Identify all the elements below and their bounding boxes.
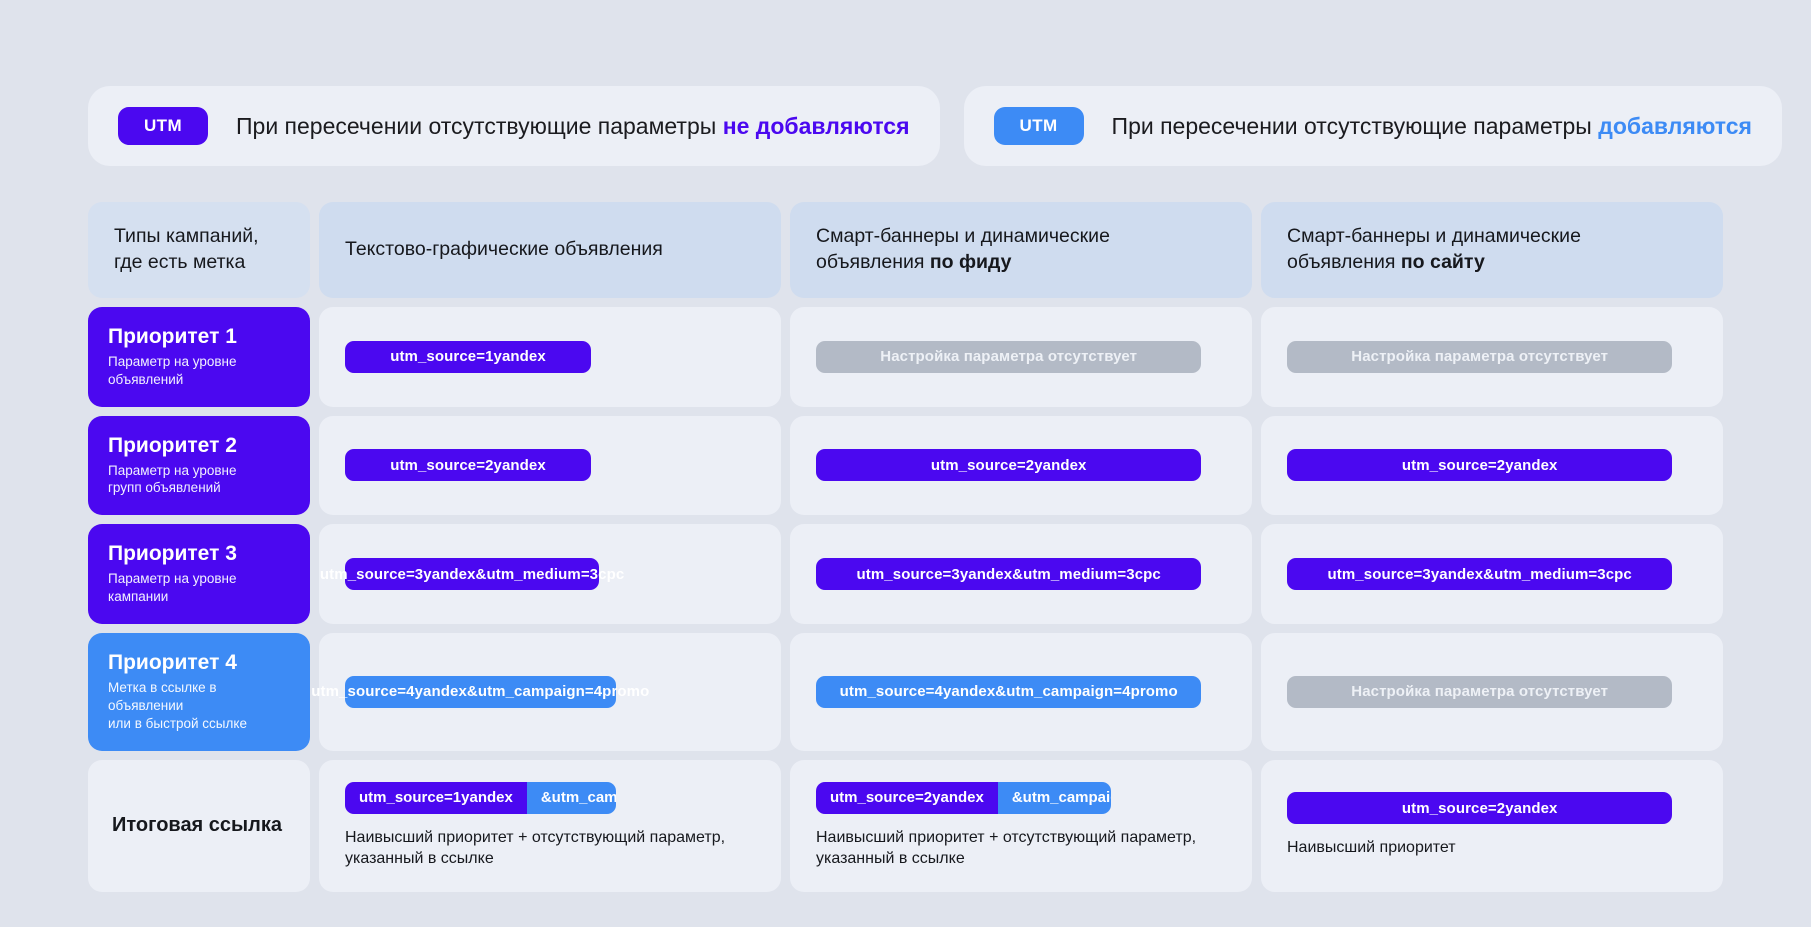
- legend-text-merge: При пересечении отсутствующие параметры …: [1112, 113, 1752, 140]
- priority-subtitle-line-1: Параметр на уровне: [108, 462, 237, 478]
- priority-matrix: Типы кампаний, где есть метка Текстово-г…: [88, 202, 1723, 893]
- legend-card-no-merge: UTM При пересечении отсутствующие параме…: [88, 86, 940, 166]
- header-line-2: объявления: [1287, 250, 1401, 273]
- header-cell-campaign-types: Типы кампаний, где есть метка: [88, 202, 310, 298]
- priority-label-1: Приоритет 1 Параметр на уровне объявлени…: [88, 306, 310, 407]
- header-label-campaign-types: Типы кампаний, где есть метка: [114, 224, 259, 276]
- priority-label-3: Приоритет 3 Параметр на уровне кампании: [88, 524, 310, 624]
- priority-subtitle: Параметр на уровне кампании: [108, 570, 290, 606]
- final-note-line-1: Наивысший приоритет + отсутствующий пара…: [345, 828, 726, 846]
- cell-final-c2: utm_source=2yandex &utm_campaign=4promo …: [790, 759, 1252, 893]
- utm-badge-violet: UTM: [118, 107, 208, 145]
- param-chip: utm_source=2yandex: [816, 449, 1202, 482]
- param-chip-segment-base: utm_source=2yandex: [816, 781, 998, 814]
- param-chip-split: utm_source=2yandex &utm_campaign=4promo: [816, 781, 1112, 814]
- param-chip: utm_source=2yandex: [1287, 792, 1673, 825]
- priority-title: Приоритет 3: [108, 542, 237, 566]
- final-note: Наивысший приоритет: [1287, 837, 1697, 859]
- legend-row: UTM При пересечении отсутствующие параме…: [88, 86, 1782, 166]
- param-chip-split: utm_source=1yandex &utm_campaign=4promo: [345, 781, 616, 814]
- param-chip-segment-added: &utm_campaign=4promo: [526, 781, 616, 814]
- priority-title: Приоритет 2: [108, 433, 237, 457]
- matrix-row-priority-2: Приоритет 2 Параметр на уровне групп объ…: [88, 415, 1723, 516]
- cell-p1-c3: Настройка параметра отсутствует: [1261, 306, 1723, 407]
- param-chip-segment-base: utm_source=1yandex: [345, 781, 527, 814]
- legend-text-prefix: При пересечении отсутствующие параметры: [236, 112, 723, 139]
- header-line-1: Смарт-баннеры и динамические: [816, 225, 1110, 247]
- priority-subtitle-line-1: Параметр на уровне: [108, 571, 237, 587]
- param-chip: utm_source=1yandex: [345, 340, 591, 373]
- utm-badge-blue: UTM: [993, 107, 1084, 145]
- param-chip: utm_source=2yandex: [1287, 449, 1673, 482]
- cell-p4-c3: Настройка параметра отсутствует: [1261, 633, 1723, 751]
- param-chip: utm_source=4yandex&utm_campaign=4promo: [816, 675, 1202, 708]
- cell-p3-c1: utm_source=3yandex&utm_medium=3cpc: [319, 524, 781, 624]
- header-line-2: где есть метка: [114, 250, 246, 273]
- cell-p2-c2: utm_source=2yandex: [790, 415, 1252, 516]
- cell-p1-c1: utm_source=1yandex: [319, 306, 781, 407]
- matrix-header-row: Типы кампаний, где есть метка Текстово-г…: [88, 202, 1723, 298]
- header-line-2: объявления: [816, 250, 930, 273]
- legend-card-merge: UTM При пересечении отсутствующие параме…: [963, 86, 1782, 166]
- priority-label-4: Приоритет 4 Метка в ссылке в объявлении …: [88, 633, 310, 751]
- param-chip-unavailable: Настройка параметра отсутствует: [1287, 675, 1673, 708]
- param-chip-unavailable: Настройка параметра отсутствует: [816, 340, 1202, 373]
- priority-subtitle-line-1: Параметр на уровне: [108, 353, 237, 369]
- cell-final-c1: utm_source=1yandex &utm_campaign=4promo …: [319, 759, 781, 893]
- header-label-text-graphic-ads: Текстово-графические объявления: [345, 237, 663, 260]
- priority-title: Приоритет 1: [108, 324, 237, 348]
- cell-p1-c2: Настройка параметра отсутствует: [790, 306, 1252, 407]
- param-chip-unavailable: Настройка параметра отсутствует: [1287, 340, 1673, 373]
- header-cell-smart-banners-site: Смарт-баннеры и динамические объявления …: [1261, 202, 1723, 298]
- legend-accent-no-merge: не добавляются: [722, 112, 910, 139]
- cell-p2-c3: utm_source=2yandex: [1261, 415, 1723, 516]
- header-label-smart-banners-feed: Смарт-баннеры и динамические объявления …: [816, 224, 1110, 276]
- matrix-row-priority-4: Приоритет 4 Метка в ссылке в объявлении …: [88, 633, 1723, 751]
- header-cell-smart-banners-feed: Смарт-баннеры и динамические объявления …: [790, 202, 1252, 298]
- param-chip: utm_source=2yandex: [345, 449, 591, 482]
- final-link-label: Итоговая ссылка: [88, 759, 310, 893]
- priority-subtitle-line-2: групп объявлений: [108, 480, 221, 496]
- header-line-2-bold: по сайту: [1400, 250, 1485, 273]
- priority-subtitle: Параметр на уровне объявлений: [108, 353, 290, 389]
- param-chip: utm_source=3yandex&utm_medium=3cpc: [1287, 558, 1673, 591]
- final-note: Наивысший приоритет + отсутствующий пара…: [816, 827, 1226, 871]
- final-note: Наивысший приоритет + отсутствующий пара…: [345, 827, 755, 871]
- header-cell-text-graphic-ads: Текстово-графические объявления: [319, 202, 781, 298]
- header-line-1: Смарт-баннеры и динамические: [1287, 225, 1581, 247]
- param-chip-segment-added: &utm_campaign=4promo: [997, 781, 1112, 814]
- cell-p3-c2: utm_source=3yandex&utm_medium=3cpc: [790, 524, 1252, 624]
- cell-p2-c1: utm_source=2yandex: [319, 415, 781, 516]
- param-chip: utm_source=3yandex&utm_medium=3cpc: [320, 558, 624, 591]
- final-note-line-2: указанный в ссылке: [345, 850, 494, 868]
- matrix-row-priority-3: Приоритет 3 Параметр на уровне кампании …: [88, 524, 1723, 624]
- cell-final-c3: utm_source=2yandex Наивысший приоритет: [1261, 759, 1723, 893]
- priority-subtitle-line-1: Метка в ссылке в объявлении: [108, 680, 217, 713]
- header-line-1: Типы кампаний,: [114, 225, 259, 247]
- matrix-row-priority-1: Приоритет 1 Параметр на уровне объявлени…: [88, 306, 1723, 407]
- cell-p4-c1: utm_source=4yandex&utm_campaign=4promo: [311, 633, 781, 751]
- header-line-2-bold: по фиду: [929, 250, 1012, 273]
- param-chip: utm_source=3yandex&utm_medium=3cpc: [816, 558, 1202, 591]
- priority-subtitle-line-2: объявлений: [108, 371, 184, 387]
- matrix-row-final-link: Итоговая ссылка utm_source=1yandex &utm_…: [88, 759, 1723, 893]
- header-label-smart-banners-site: Смарт-баннеры и динамические объявления …: [1287, 224, 1581, 276]
- priority-subtitle: Метка в ссылке в объявлении или в быстро…: [108, 679, 290, 732]
- legend-text-no-merge: При пересечении отсутствующие параметры …: [236, 113, 910, 140]
- param-chip: utm_source=4yandex&utm_campaign=4promo: [311, 675, 649, 708]
- cell-p3-c3: utm_source=3yandex&utm_medium=3cpc: [1261, 524, 1723, 624]
- infographic-page: UTM При пересечении отсутствующие параме…: [0, 0, 1811, 927]
- priority-subtitle-line-2: кампании: [108, 589, 169, 605]
- priority-subtitle-line-2: или в быстрой ссылке: [108, 715, 247, 731]
- priority-title: Приоритет 4: [108, 651, 237, 674]
- priority-subtitle: Параметр на уровне групп объявлений: [108, 462, 290, 498]
- priority-label-2: Приоритет 2 Параметр на уровне групп объ…: [88, 415, 310, 516]
- final-note-line-2: указанный в ссылке: [816, 850, 965, 868]
- final-note-line-1: Наивысший приоритет + отсутствующий пара…: [816, 828, 1197, 846]
- legend-accent-merge: добавляются: [1598, 112, 1752, 139]
- cell-p4-c2: utm_source=4yandex&utm_campaign=4promo: [790, 633, 1252, 751]
- final-note-line-1: Наивысший приоритет: [1287, 839, 1456, 857]
- legend-text-prefix: При пересечении отсутствующие параметры: [1111, 112, 1599, 139]
